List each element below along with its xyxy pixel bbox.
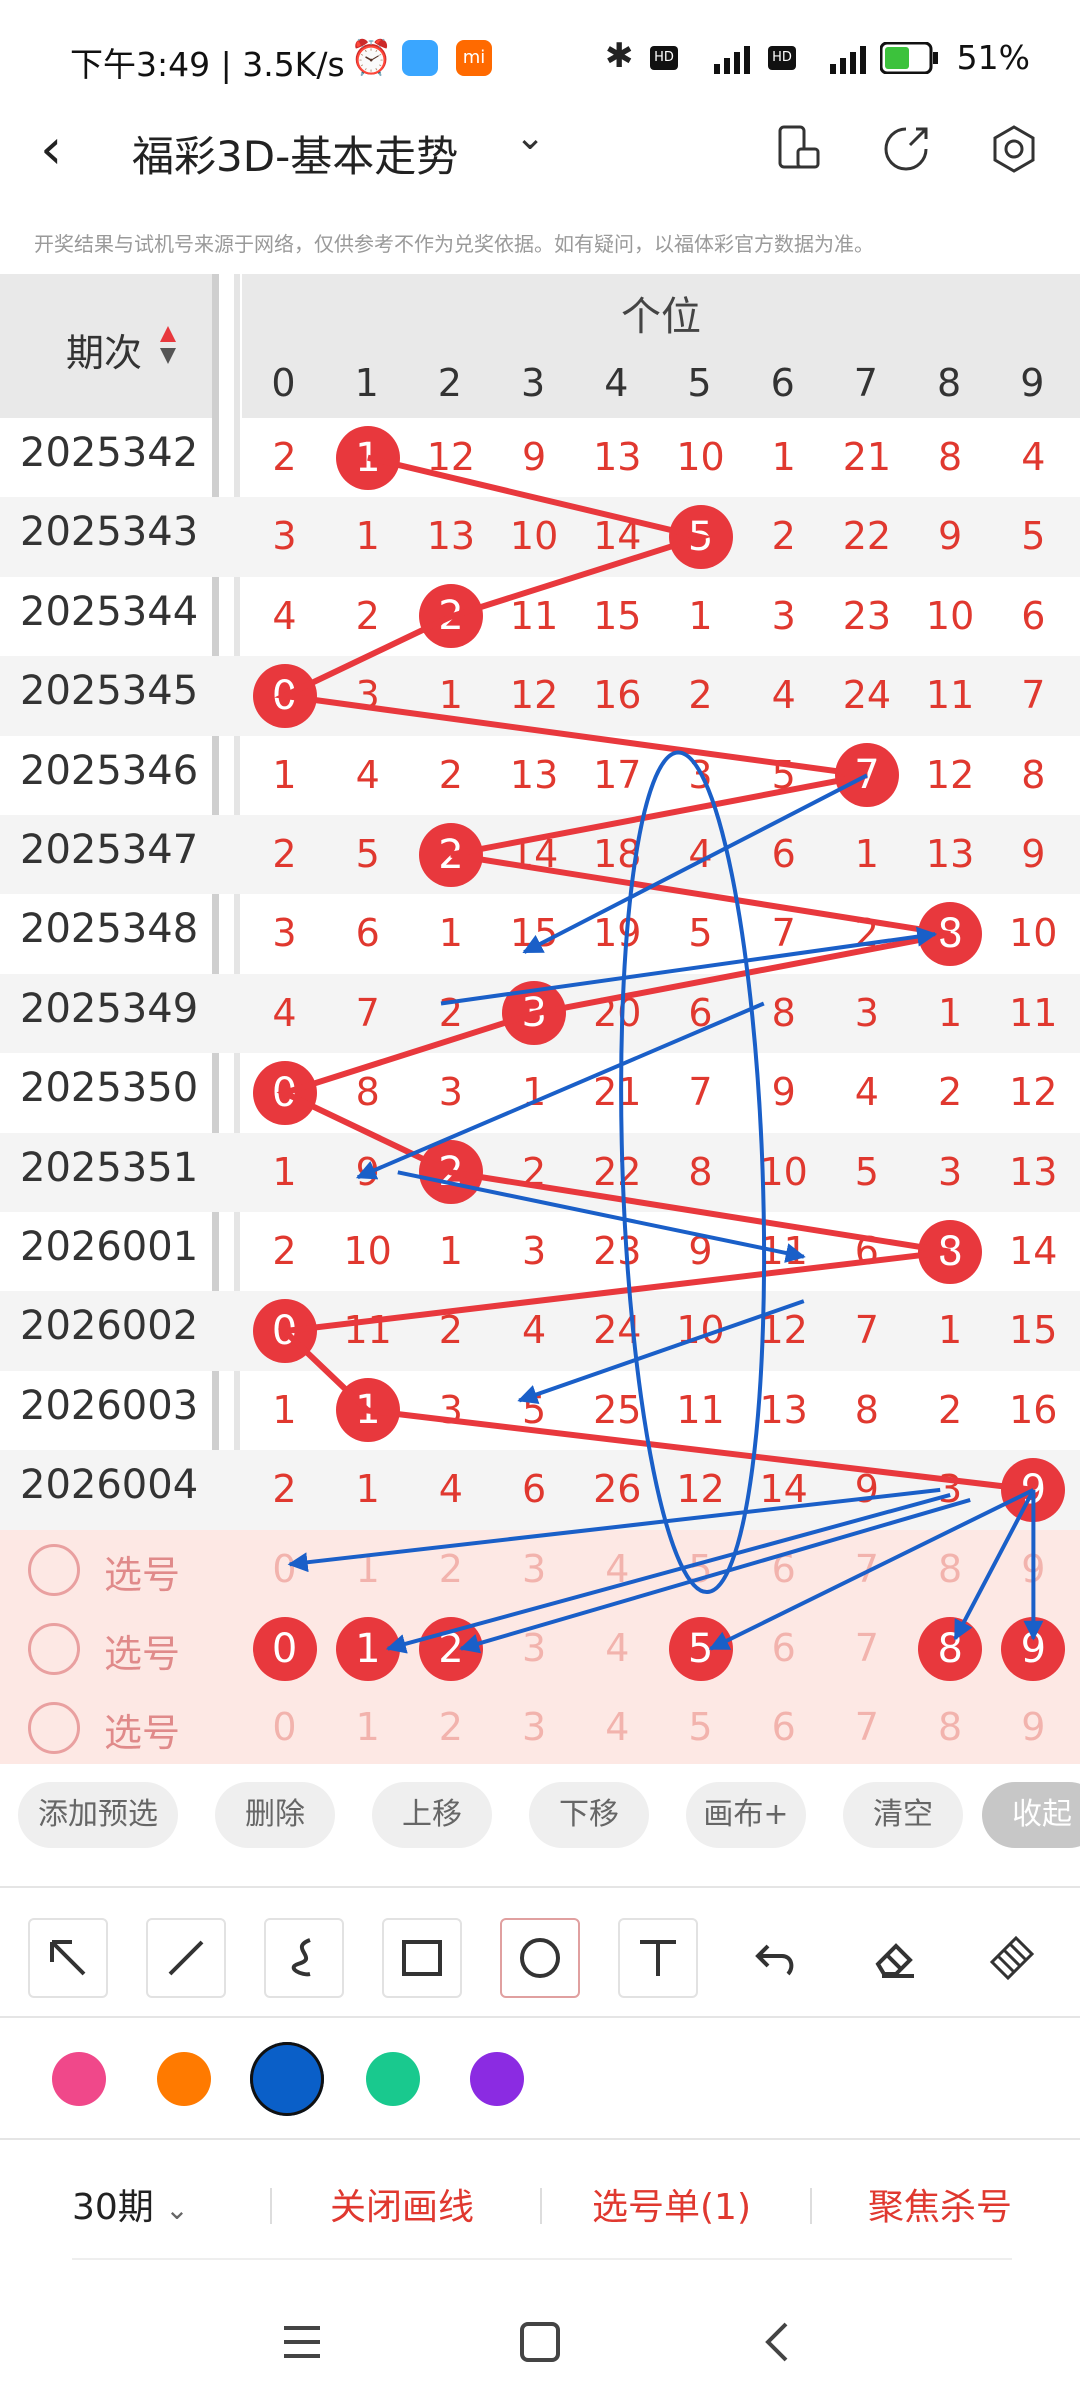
- color-palette: [0, 2016, 1080, 2140]
- back-button[interactable]: ‹: [40, 115, 100, 185]
- share-icon[interactable]: [880, 123, 932, 175]
- text-tool-icon[interactable]: [618, 1918, 698, 1998]
- hd-icon: HD: [650, 46, 678, 70]
- hd2-icon: HD: [768, 46, 796, 70]
- line-tool-icon[interactable]: [146, 1918, 226, 1998]
- signal-5g-icon: [690, 40, 756, 76]
- annotation-arrow: [708, 1488, 1035, 1651]
- battery-percent: 51%: [956, 38, 1030, 77]
- curve-tool-icon[interactable]: [264, 1918, 344, 1998]
- device-icon[interactable]: [772, 123, 824, 175]
- page-title[interactable]: 福彩3D-基本走势: [132, 123, 458, 184]
- pick-list-button[interactable]: 选号单(1): [592, 2178, 751, 2230]
- chevron-down-icon: ⌄: [165, 2193, 189, 2226]
- battery-icon: [879, 41, 940, 75]
- period-count-label: 30期: [72, 2187, 154, 2228]
- undo-icon[interactable]: [736, 1918, 816, 1998]
- annotation-arrow: [459, 1497, 971, 1654]
- add-preselect-button[interactable]: 添加预选: [18, 1782, 178, 1848]
- action-bar: 添加预选 删除 上移 下移 画布+ 清空 收起: [0, 1764, 1080, 1864]
- annotation-arrow: [397, 1170, 806, 1263]
- collapse-button[interactable]: 收起: [982, 1782, 1080, 1848]
- divider: [270, 2188, 272, 2224]
- drawing-toolbar: [0, 1886, 1080, 2016]
- home-icon[interactable]: [518, 2320, 562, 2368]
- arrow-tool-icon[interactable]: [28, 1918, 108, 1998]
- move-down-button[interactable]: 下移: [529, 1782, 649, 1848]
- status-time: 下午3:49 | 3.5K/s: [70, 45, 345, 84]
- focus-kill-button[interactable]: 聚焦杀号: [868, 2178, 1012, 2230]
- annotation-arrow: [287, 1487, 941, 1573]
- period-count-select[interactable]: 30期 ⌄: [72, 2178, 189, 2230]
- bluetooth-icon: ✱: [605, 36, 634, 76]
- bottom-bar: 30期 ⌄ 关闭画线 选号单(1) 聚焦杀号: [0, 2150, 1080, 2260]
- color-swatch-orange[interactable]: [157, 2052, 211, 2106]
- settings-icon[interactable]: [988, 123, 1040, 175]
- trend-table[interactable]: 期次 个位 0123456789 2025342 2 1 12 9 13 10 1 21 8 4 20…: [0, 274, 1080, 1764]
- annotation-ellipse: [619, 750, 767, 1595]
- signal-4g-icon: [806, 40, 872, 76]
- chevron-down-icon[interactable]: ⌄: [515, 117, 545, 158]
- divider: [810, 2188, 812, 2224]
- ellipse-tool-icon[interactable]: [500, 1918, 580, 1998]
- delete-button[interactable]: 删除: [215, 1782, 335, 1848]
- annotation-arrow: [440, 926, 938, 1006]
- canvas-plus-button[interactable]: 画布+: [686, 1782, 806, 1848]
- divider: [72, 2258, 1012, 2260]
- system-nav-bar: [0, 2290, 1080, 2400]
- move-up-button[interactable]: 上移: [372, 1782, 492, 1848]
- clear-button[interactable]: 清空: [843, 1782, 963, 1848]
- back-nav-icon[interactable]: [756, 2320, 800, 2368]
- annotation-arrow: [953, 1488, 1036, 1641]
- disclaimer-text: 开奖结果与试机号来源于网络，仅供参考不作为兑奖依据。如有疑问，以福体彩官方数据为…: [34, 232, 874, 256]
- annotation-arrow: [355, 1001, 765, 1180]
- app-bar: ‹ 福彩3D-基本走势 ⌄: [0, 95, 1080, 205]
- color-swatch-green[interactable]: [366, 2052, 420, 2106]
- rectangle-tool-icon[interactable]: [382, 1918, 462, 1998]
- app-notification-icon: [402, 40, 438, 76]
- annotation-arrow: [522, 773, 868, 954]
- alarm-icon: ⏰: [350, 38, 393, 78]
- mi-notification-icon: mi: [456, 40, 492, 76]
- clear-canvas-icon[interactable]: [972, 1918, 1052, 1998]
- eraser-icon[interactable]: [854, 1918, 934, 1998]
- menu-icon[interactable]: [280, 2320, 324, 2368]
- color-swatch-pink[interactable]: [52, 2052, 106, 2106]
- close-lines-button[interactable]: 关闭画线: [330, 2178, 474, 2230]
- divider: [540, 2188, 542, 2224]
- color-swatch-blue[interactable]: [250, 2042, 324, 2116]
- drawing-canvas[interactable]: [0, 274, 1080, 1764]
- color-swatch-purple[interactable]: [470, 2052, 524, 2106]
